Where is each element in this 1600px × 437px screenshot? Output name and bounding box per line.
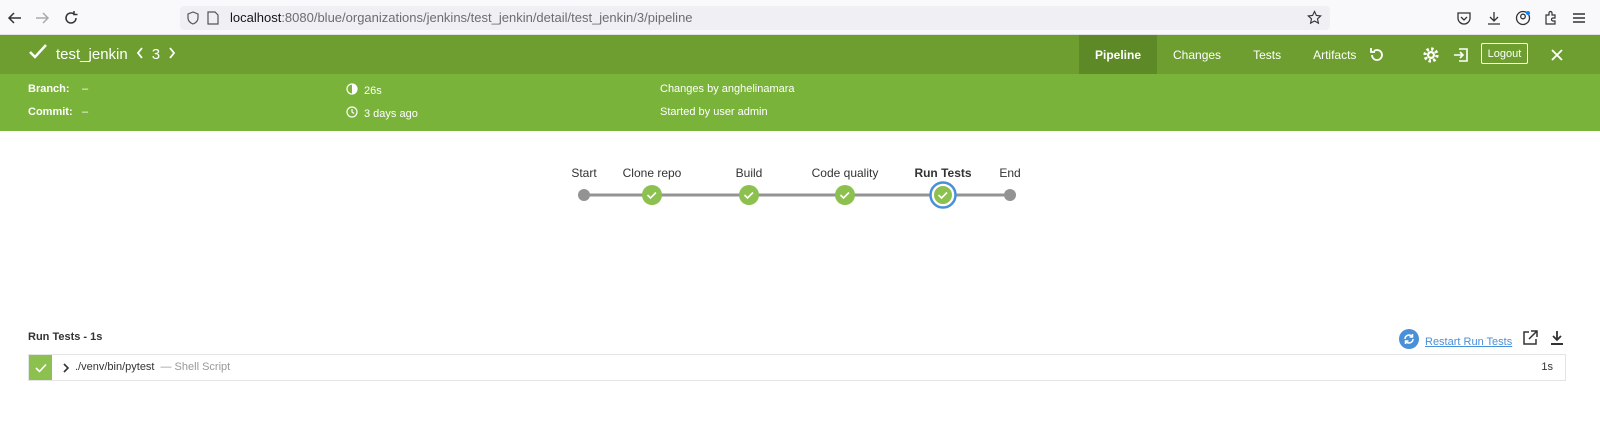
close-icon[interactable]: [1546, 44, 1568, 66]
account-icon[interactable]: [1513, 8, 1533, 28]
address-bar[interactable]: localhost:8080/blue/organizations/jenkin…: [180, 6, 1330, 30]
changes-info: Changes by anghelinamara: [660, 83, 795, 95]
pipeline-graph: Start Clone repo Build Code quality Run …: [0, 131, 1600, 301]
time-ago: 3 days ago: [364, 107, 418, 120]
previous-run-icon[interactable]: [136, 46, 144, 64]
run-number: 3: [151, 46, 161, 63]
stage-label-end: End: [999, 166, 1021, 180]
tab-pipeline[interactable]: Pipeline: [1079, 35, 1158, 74]
page-icon: [207, 11, 219, 30]
pipeline-title[interactable]: test_jenkin: [56, 46, 128, 63]
extensions-icon[interactable]: [1541, 8, 1561, 28]
step-duration: 1s: [1541, 361, 1553, 373]
step-command-text: ./venv/bin/pytest: [75, 361, 155, 373]
exit-classic-icon[interactable]: [1450, 44, 1472, 66]
duration-icon: [346, 83, 358, 98]
duration-value: 26s: [364, 84, 382, 97]
node-end: [1004, 189, 1016, 201]
run-header: test_jenkin 3 Pipeline Changes Tests Art…: [0, 35, 1600, 74]
pipeline-graph-svg: [578, 181, 1016, 209]
stage-label-code-quality[interactable]: Code quality: [812, 166, 879, 180]
commit-label: Commit:: [28, 106, 73, 118]
commit-value: –: [82, 106, 89, 118]
step-row[interactable]: ./venv/bin/pytest — Shell Script 1s: [28, 354, 1566, 381]
browser-toolbar: localhost:8080/blue/organizations/jenkin…: [0, 0, 1600, 35]
forward-icon[interactable]: [32, 8, 52, 28]
branch-label: Branch:: [28, 83, 70, 95]
node-start: [578, 189, 590, 201]
pocket-icon[interactable]: [1454, 8, 1474, 28]
restart-stage[interactable]: Restart Run Tests: [1399, 329, 1512, 354]
stage-label-start: Start: [571, 166, 597, 180]
tab-tests[interactable]: Tests: [1237, 35, 1297, 74]
reload-icon[interactable]: [61, 8, 81, 28]
run-tabs: Pipeline Changes Tests Artifacts: [1079, 35, 1372, 74]
step-success-icon: [29, 355, 52, 380]
back-icon[interactable]: [5, 8, 25, 28]
node-run-tests-selected[interactable]: [929, 181, 957, 209]
run-meta: Branch: – Commit: – 26s 3 days ago Chang…: [0, 74, 1600, 131]
stage-label-clone-repo[interactable]: Clone repo: [623, 166, 682, 180]
bookmark-star-icon[interactable]: [1307, 10, 1322, 30]
download-log-icon[interactable]: [1549, 329, 1565, 352]
rerun-icon[interactable]: [1366, 44, 1388, 66]
stage-label-build[interactable]: Build: [736, 166, 763, 180]
url-text: localhost:8080/blue/organizations/jenkin…: [230, 10, 693, 25]
logout-button[interactable]: Logout: [1481, 43, 1528, 64]
tab-changes[interactable]: Changes: [1157, 35, 1237, 74]
node-clone-repo[interactable]: [642, 185, 662, 205]
next-run-icon[interactable]: [168, 46, 176, 64]
open-log-icon[interactable]: [1521, 329, 1539, 352]
success-check-icon: [28, 43, 48, 66]
restart-icon[interactable]: [1399, 329, 1419, 354]
time-info: 3 days ago: [346, 106, 418, 121]
stage-title: Run Tests - 1s: [28, 331, 103, 343]
tab-artifacts[interactable]: Artifacts: [1297, 35, 1372, 74]
clock-icon: [346, 106, 358, 121]
gear-icon[interactable]: [1420, 44, 1442, 66]
step-type: — Shell Script: [160, 361, 231, 373]
node-build[interactable]: [739, 185, 759, 205]
shield-icon[interactable]: [186, 11, 200, 30]
downloads-icon[interactable]: [1484, 8, 1504, 28]
node-code-quality[interactable]: [835, 185, 855, 205]
menu-icon[interactable]: [1569, 8, 1589, 28]
started-by-info: Started by user admin: [660, 106, 768, 118]
step-command: ./venv/bin/pytest — Shell Script: [75, 361, 230, 373]
restart-link[interactable]: Restart Run Tests: [1425, 336, 1512, 348]
duration-info: 26s: [346, 83, 382, 98]
branch-info: Branch: –: [28, 83, 88, 95]
branch-value: –: [82, 83, 89, 95]
commit-info: Commit: –: [28, 106, 88, 118]
chevron-right-icon[interactable]: [60, 362, 72, 374]
stage-label-run-tests[interactable]: Run Tests: [914, 166, 971, 180]
